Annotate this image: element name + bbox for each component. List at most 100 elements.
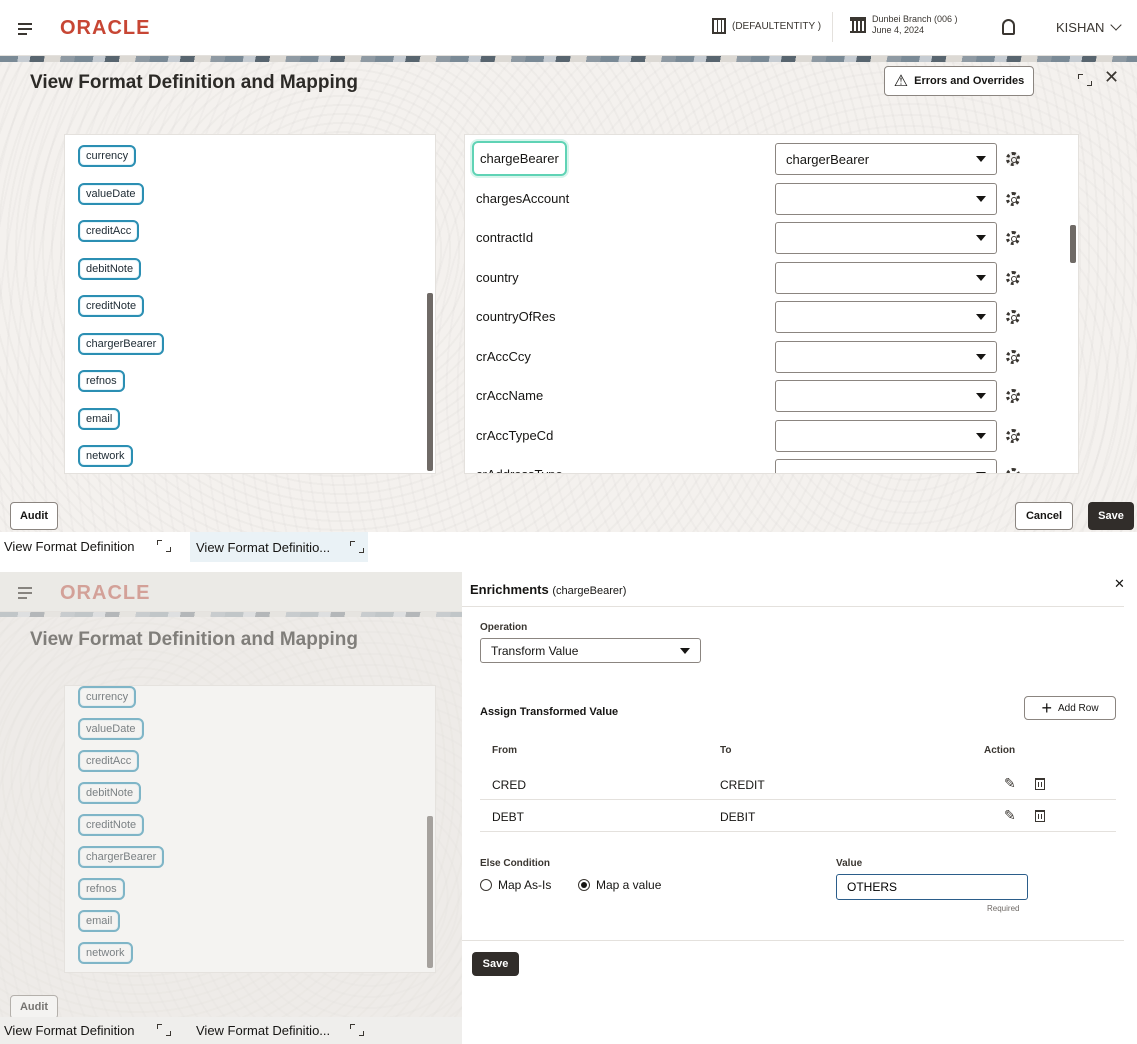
bell-icon[interactable] <box>1002 19 1015 35</box>
mapping-select[interactable] <box>775 380 997 412</box>
target-field-name: country <box>476 269 519 285</box>
header-divider <box>832 12 833 42</box>
mapping-select[interactable] <box>775 222 997 254</box>
caret-down-icon <box>976 235 986 241</box>
mapping-select[interactable] <box>775 261 997 294</box>
page-title: View Format Definition and Mapping <box>30 72 358 93</box>
transform-row: CRED CREDIT ✎ <box>480 768 1116 800</box>
taskbar: View Format Definition View Format Defin… <box>0 1017 462 1044</box>
close-icon[interactable]: ✕ <box>1104 67 1119 88</box>
mapping-scrollbar[interactable] <box>1070 225 1076 263</box>
caret-down-icon <box>680 647 690 654</box>
col-to: To <box>720 745 732 756</box>
top-header: ORACLE (DEFAULTENTITY ) Dunbei Branch (0… <box>0 0 1137 56</box>
taskbar-tab-1[interactable]: View Format Definition <box>0 532 185 560</box>
gear-icon[interactable] <box>1006 349 1020 364</box>
mapping-select[interactable]: chargerBearer <box>775 143 997 175</box>
edit-icon[interactable]: ✎ <box>1004 775 1016 792</box>
radio-1-label: Map As-Is <box>498 878 552 892</box>
background-app-dimmed: ORACLE View Format Definition and Mappin… <box>0 572 462 1044</box>
maximize-icon[interactable] <box>1078 74 1092 86</box>
save-button[interactable]: Save <box>1088 502 1134 530</box>
taskbar-tab-1-label: View Format Definition <box>4 1022 135 1038</box>
source-field-panel: currency valueDate creditAcc debitNote credi… <box>64 134 436 474</box>
source-field-chip[interactable]: creditNote <box>78 295 145 317</box>
enrichments-drawer: Enrichments (chargeBearer) ✕ Operation T… <box>462 572 1137 1044</box>
drawer-divider <box>462 606 1124 607</box>
source-field-chip[interactable]: chargerBearer <box>78 332 165 355</box>
errors-overrides-button[interactable]: ⚠ Errors and Overrides <box>884 66 1034 96</box>
mapping-select[interactable] <box>775 182 997 215</box>
target-field-name: crAccCcy <box>476 348 531 364</box>
transform-row: DEBT DEBIT ✎ <box>480 800 1116 832</box>
restore-icon <box>350 1024 365 1036</box>
close-icon[interactable]: ✕ <box>1114 576 1125 592</box>
gear-icon[interactable] <box>1006 231 1020 245</box>
radio-map-a-value[interactable]: Map a value <box>578 878 661 892</box>
entity-selector[interactable]: (DEFAULTENTITY ) <box>712 18 821 34</box>
taskbar-tab-2-label: View Format Definitio... <box>196 539 331 555</box>
operation-select[interactable]: Transform Value <box>480 638 701 663</box>
taskbar-tab-2[interactable]: View Format Definitio... <box>190 532 368 562</box>
restore-icon[interactable] <box>156 540 171 552</box>
drawer-save-button[interactable]: Save <box>472 952 519 976</box>
value-input[interactable] <box>836 874 1028 900</box>
mapping-row: countryOfRes <box>465 298 1078 336</box>
value-label: Value <box>836 858 863 869</box>
target-field-name: contractId <box>476 230 534 245</box>
audit-button[interactable]: Audit <box>10 502 58 530</box>
drawer-divider <box>462 940 1124 941</box>
target-field-name[interactable]: chargeBearer <box>472 141 567 176</box>
mapping-row: crAccCcy <box>465 338 1078 376</box>
source-field-chip[interactable]: creditAcc <box>78 220 140 242</box>
assign-label: Assign Transformed Value <box>480 706 619 718</box>
mapping-row: crAddressType <box>465 456 1078 473</box>
source-field-chip[interactable]: currency <box>78 145 137 167</box>
mapping-select[interactable] <box>775 459 997 473</box>
chevron-down-icon <box>1110 19 1123 31</box>
radio-map-as-is[interactable]: Map As-Is <box>480 878 551 892</box>
mapping-row: chargesAccount <box>465 180 1078 218</box>
trash-icon[interactable] <box>1035 778 1045 790</box>
source-field-chip[interactable]: valueDate <box>78 182 144 205</box>
col-from: From <box>492 745 517 756</box>
user-menu[interactable]: KISHAN <box>1056 19 1123 35</box>
add-row-button[interactable]: + Add Row <box>1024 696 1116 720</box>
col-action: Action <box>984 745 1016 756</box>
mapping-select[interactable] <box>775 340 997 373</box>
errors-button-label: Errors and Overrides <box>914 75 1025 87</box>
gear-icon[interactable] <box>1006 152 1020 166</box>
building-icon <box>712 18 726 34</box>
gear-icon[interactable] <box>1006 468 1020 473</box>
source-scrollbar[interactable] <box>427 293 433 471</box>
source-field-chip[interactable]: network <box>78 445 133 467</box>
radio-on-icon <box>578 879 590 891</box>
warning-icon: ⚠ <box>893 73 909 90</box>
taskbar: View Format Definition View Format Defin… <box>0 532 1137 562</box>
gear-icon[interactable] <box>1006 428 1020 443</box>
branch-selector[interactable]: Dunbei Branch (006 ) June 4, 2024 <box>850 14 958 36</box>
cancel-button[interactable]: Cancel <box>1015 502 1073 530</box>
source-field-chip[interactable]: refnos <box>78 370 125 392</box>
gear-icon[interactable] <box>1006 270 1020 285</box>
operation-value: Transform Value <box>491 643 579 658</box>
edit-icon[interactable]: ✎ <box>1004 807 1016 824</box>
mapping-select[interactable] <box>775 419 997 452</box>
mapping-select[interactable] <box>775 301 997 333</box>
gear-icon[interactable] <box>1006 310 1020 324</box>
source-field-chip[interactable]: email <box>78 407 121 430</box>
menu-icon[interactable] <box>18 23 32 35</box>
gear-icon[interactable] <box>1006 389 1020 403</box>
mapping-row: crAccName <box>465 377 1078 415</box>
trash-icon[interactable] <box>1035 810 1045 822</box>
oracle-logo: ORACLE <box>60 17 151 39</box>
target-field-name: chargesAccount <box>476 190 570 206</box>
radio-2-label: Map a value <box>596 878 662 892</box>
target-field-name: crAccTypeCd <box>476 427 554 443</box>
source-field-chip[interactable]: debitNote <box>78 257 142 280</box>
restore-icon <box>156 1024 171 1036</box>
caret-down-icon <box>976 432 986 439</box>
gear-icon[interactable] <box>1006 191 1020 206</box>
restore-icon[interactable] <box>350 541 365 553</box>
caret-down-icon <box>976 393 986 399</box>
